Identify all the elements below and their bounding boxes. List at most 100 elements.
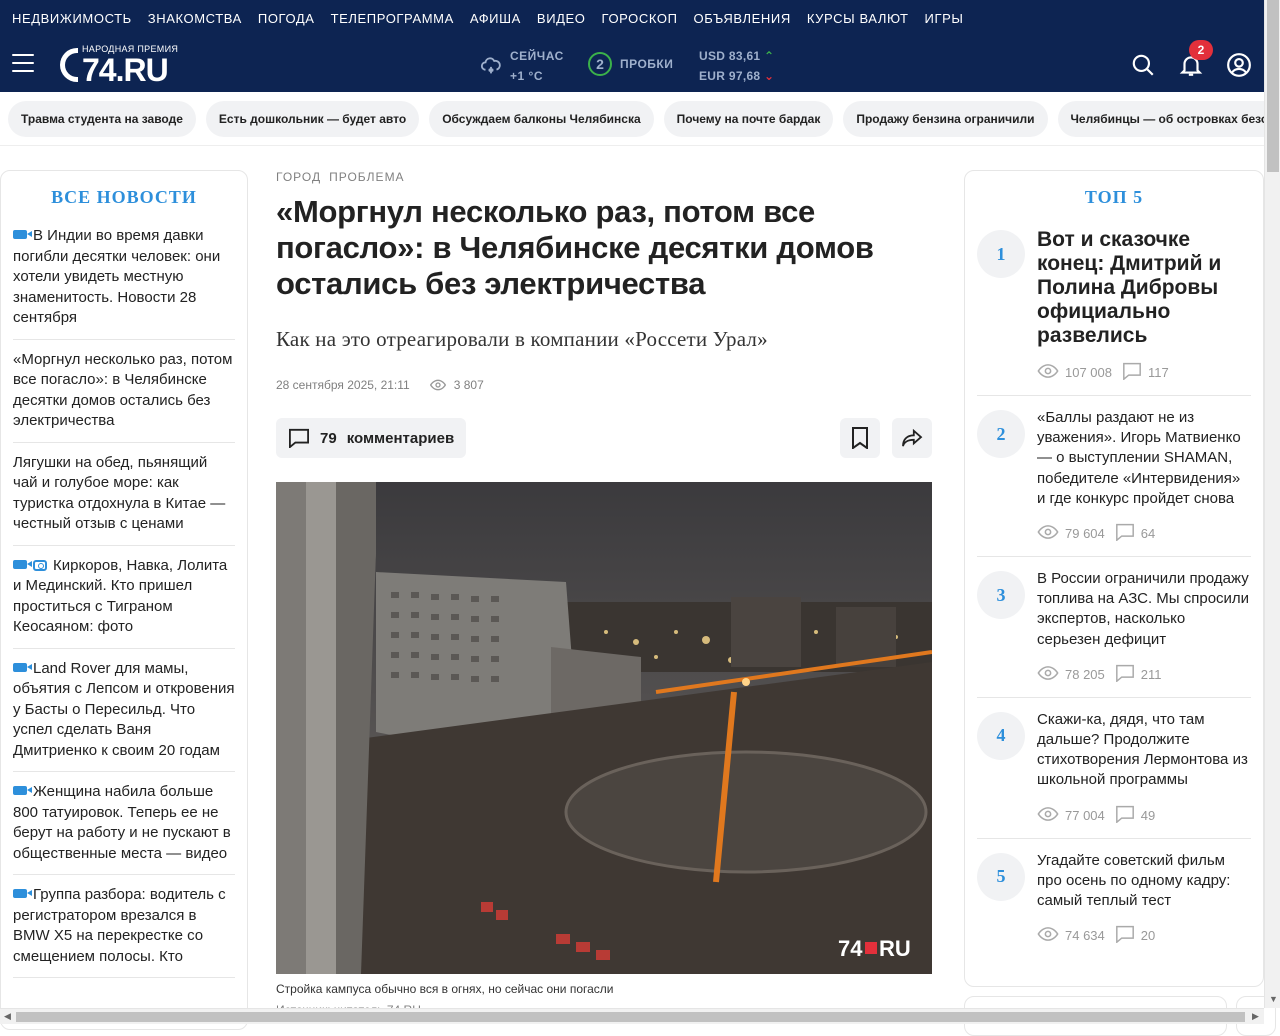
comment-icon bbox=[1115, 664, 1135, 685]
nav-realty[interactable]: Недвижимость bbox=[12, 11, 132, 26]
rank-number: 3 bbox=[977, 571, 1025, 620]
photo-watermark: 74 bbox=[838, 936, 863, 961]
news-list: В Индии во время давки погибли десятки ч… bbox=[1, 216, 247, 978]
nav-video[interactable]: Видео bbox=[537, 11, 586, 26]
chip-3[interactable]: Обсуждаем балконы Челябинска bbox=[429, 100, 654, 137]
currency-rates[interactable]: USD 83,61 ⌃ EUR 97,68 ⌄ bbox=[699, 46, 774, 86]
news-item[interactable]: Киркоров, Навка, Лолита и Мединский. Кто… bbox=[13, 546, 235, 649]
arrow-down-icon: ⌄ bbox=[764, 69, 775, 83]
trending-chips: Травма студента на заводе Есть дошкольни… bbox=[0, 92, 1264, 146]
chip-5[interactable]: Продажу бензина ограничили bbox=[843, 100, 1048, 137]
news-item-text: Лягушки на обед, пьянящий чай и голубое … bbox=[13, 453, 226, 533]
top5-item-stats: 78 205 211 bbox=[1037, 664, 1251, 685]
top5-item[interactable]: 3В России ограничили продажу топлива на … bbox=[977, 557, 1251, 698]
video-icon bbox=[13, 230, 32, 239]
eur-rate: EUR 97,68 bbox=[699, 69, 761, 83]
comments-count: 64 bbox=[1140, 526, 1156, 542]
site-header: НАРОДНАЯ ПРЕМИЯ 74.RU СЕЙЧАС +1 °C 2 ПРО… bbox=[0, 36, 1264, 92]
news-item[interactable]: Лягушки на обед, пьянящий чай и голубое … bbox=[13, 443, 235, 546]
news-item-text: Группа разбора: водитель с регистратором… bbox=[13, 886, 226, 965]
article-headline: «Моргнул несколько раз, потом все погасл… bbox=[276, 194, 874, 301]
camera-icon bbox=[33, 559, 47, 571]
top5-title[interactable]: ТОП 5 bbox=[965, 187, 1263, 208]
comment-icon bbox=[1115, 925, 1135, 946]
traffic-widget[interactable]: 2 ПРОБКИ bbox=[588, 52, 673, 76]
views-count: 107 008 bbox=[1065, 365, 1112, 380]
vertical-scrollbar[interactable]: ▼ bbox=[1264, 0, 1280, 1008]
article-views: 3 807 bbox=[429, 378, 484, 392]
scroll-right-arrow-icon[interactable]: ▶ bbox=[1252, 1011, 1259, 1022]
nav-afisha[interactable]: Афиша bbox=[470, 11, 521, 26]
share-button[interactable] bbox=[892, 418, 932, 458]
news-item[interactable]: «Моргнул несколько раз, потом все погасл… bbox=[13, 340, 235, 443]
share-icon bbox=[902, 429, 923, 447]
top5-item[interactable]: 4 Скажи-ка, дядя, что там дальше? Продолж… bbox=[977, 698, 1251, 839]
traffic-score: 2 bbox=[588, 52, 612, 76]
search-icon[interactable] bbox=[1130, 52, 1156, 78]
comments-count: 49 bbox=[1140, 807, 1156, 823]
top5-column: ТОП 5 1 Вот и сказочке конец: Дмитрий и П… bbox=[964, 170, 1264, 987]
news-item-text: «Моргнул несколько раз, потом все погасл… bbox=[13, 350, 233, 430]
photo-watermark-ru: RU bbox=[879, 936, 911, 961]
article-views-count: 3 807 bbox=[453, 378, 484, 392]
comments-count: 211 bbox=[1140, 666, 1162, 682]
nav-weather[interactable]: Погода bbox=[258, 11, 315, 26]
nav-dating[interactable]: Знакомства bbox=[148, 11, 242, 26]
eye-icon bbox=[1037, 364, 1059, 381]
top5-item[interactable]: 1 Вот и сказочке конец: Дмитрий и Полина … bbox=[977, 216, 1251, 396]
top5-item-stats: 79 604 64 bbox=[1037, 523, 1251, 544]
news-item[interactable]: Land Rover для мамы, объятия с Лепсом и … bbox=[13, 649, 235, 772]
all-news-column: ВСЕ НОВОСТИ В Индии во время давки погиб… bbox=[0, 170, 248, 1030]
vertical-scrollbar-thumb[interactable] bbox=[1267, 0, 1279, 172]
video-icon bbox=[13, 559, 32, 569]
news-item[interactable]: В Индии во время давки погибли десятки ч… bbox=[13, 216, 235, 340]
weather-widget[interactable]: СЕЙЧАС +1 °C bbox=[480, 46, 564, 86]
eye-icon bbox=[1037, 927, 1059, 944]
chip-4[interactable]: Почему на почте бардак bbox=[663, 100, 834, 137]
nav-rates[interactable]: Курсы валют bbox=[807, 11, 909, 26]
all-news-title[interactable]: ВСЕ НОВОСТИ bbox=[1, 187, 247, 208]
chip-2[interactable]: Есть дошкольник — будет авто bbox=[205, 100, 420, 137]
comment-icon bbox=[1115, 805, 1135, 826]
top5-item[interactable]: 5 Угадайте советский фильм про осень по о… bbox=[977, 839, 1251, 959]
top5-item[interactable]: 2 «Баллы раздают не из уважения». Игорь М… bbox=[977, 396, 1251, 558]
user-icon[interactable] bbox=[1226, 52, 1252, 78]
comments-button[interactable]: 79 комментариев bbox=[276, 418, 467, 458]
bookmark-icon bbox=[852, 427, 868, 449]
top5-item-stats: 74 634 20 bbox=[1037, 925, 1251, 946]
article-photo[interactable]: 74 RU bbox=[276, 482, 932, 974]
article-meta: 28 сентября 2025, 21:11 3 807 bbox=[276, 378, 484, 392]
nav-tv[interactable]: Телепрограмма bbox=[331, 11, 454, 26]
top5-item-title: Вот и сказочке конец: Дмитрий и Полина Д… bbox=[1037, 228, 1222, 347]
rubric-city[interactable]: Город bbox=[276, 170, 321, 184]
top5-item-title: «Баллы раздают не из уважения». Игорь Ма… bbox=[1037, 409, 1241, 507]
nav-games[interactable]: Игры bbox=[925, 11, 964, 26]
scroll-left-arrow-icon[interactable]: ◀ bbox=[4, 1011, 11, 1022]
video-icon bbox=[13, 889, 32, 898]
news-item[interactable]: Женщина набила больше 800 татуировок. Те… bbox=[13, 772, 235, 875]
views-count: 77 004 bbox=[1065, 807, 1105, 823]
photo-caption: Стройка кампуса обычно вся в огнях, но с… bbox=[276, 982, 614, 996]
rubric-problem[interactable]: Проблема bbox=[329, 170, 404, 184]
nav-horoscope[interactable]: Гороскоп bbox=[602, 11, 678, 26]
top5-item-title: Угадайте советский фильм про осень по од… bbox=[1037, 851, 1231, 910]
chip-1[interactable]: Травма студента на заводе bbox=[8, 100, 196, 137]
chip-6[interactable]: Челябинцы — об островках безопасности bbox=[1057, 100, 1264, 137]
news-item[interactable]: Группа разбора: водитель с регистратором… bbox=[13, 875, 235, 978]
bookmark-button[interactable] bbox=[840, 418, 880, 458]
news-item-text: Женщина набила больше 800 татуировок. Те… bbox=[13, 783, 231, 862]
watermark-dot bbox=[865, 942, 877, 954]
site-logo[interactable]: НАРОДНАЯ ПРЕМИЯ 74.RU bbox=[60, 44, 200, 88]
eye-icon bbox=[1037, 665, 1059, 683]
comment-icon bbox=[289, 428, 309, 448]
scroll-down-arrow-icon[interactable]: ▼ bbox=[1269, 994, 1278, 1004]
eye-icon bbox=[1037, 525, 1059, 542]
menu-icon[interactable] bbox=[12, 54, 34, 72]
nav-ads[interactable]: Объявления bbox=[694, 11, 791, 26]
views-count: 74 634 bbox=[1065, 928, 1105, 944]
horizontal-scrollbar-thumb[interactable] bbox=[16, 1012, 1245, 1022]
comments-label: комментариев bbox=[346, 429, 455, 447]
traffic-label: ПРОБКИ bbox=[620, 57, 674, 71]
horizontal-scrollbar[interactable]: ◀ ▶ bbox=[0, 1008, 1264, 1024]
top5-item-title: Скажи-ка, дядя, что там дальше? Продолжи… bbox=[1037, 710, 1248, 789]
